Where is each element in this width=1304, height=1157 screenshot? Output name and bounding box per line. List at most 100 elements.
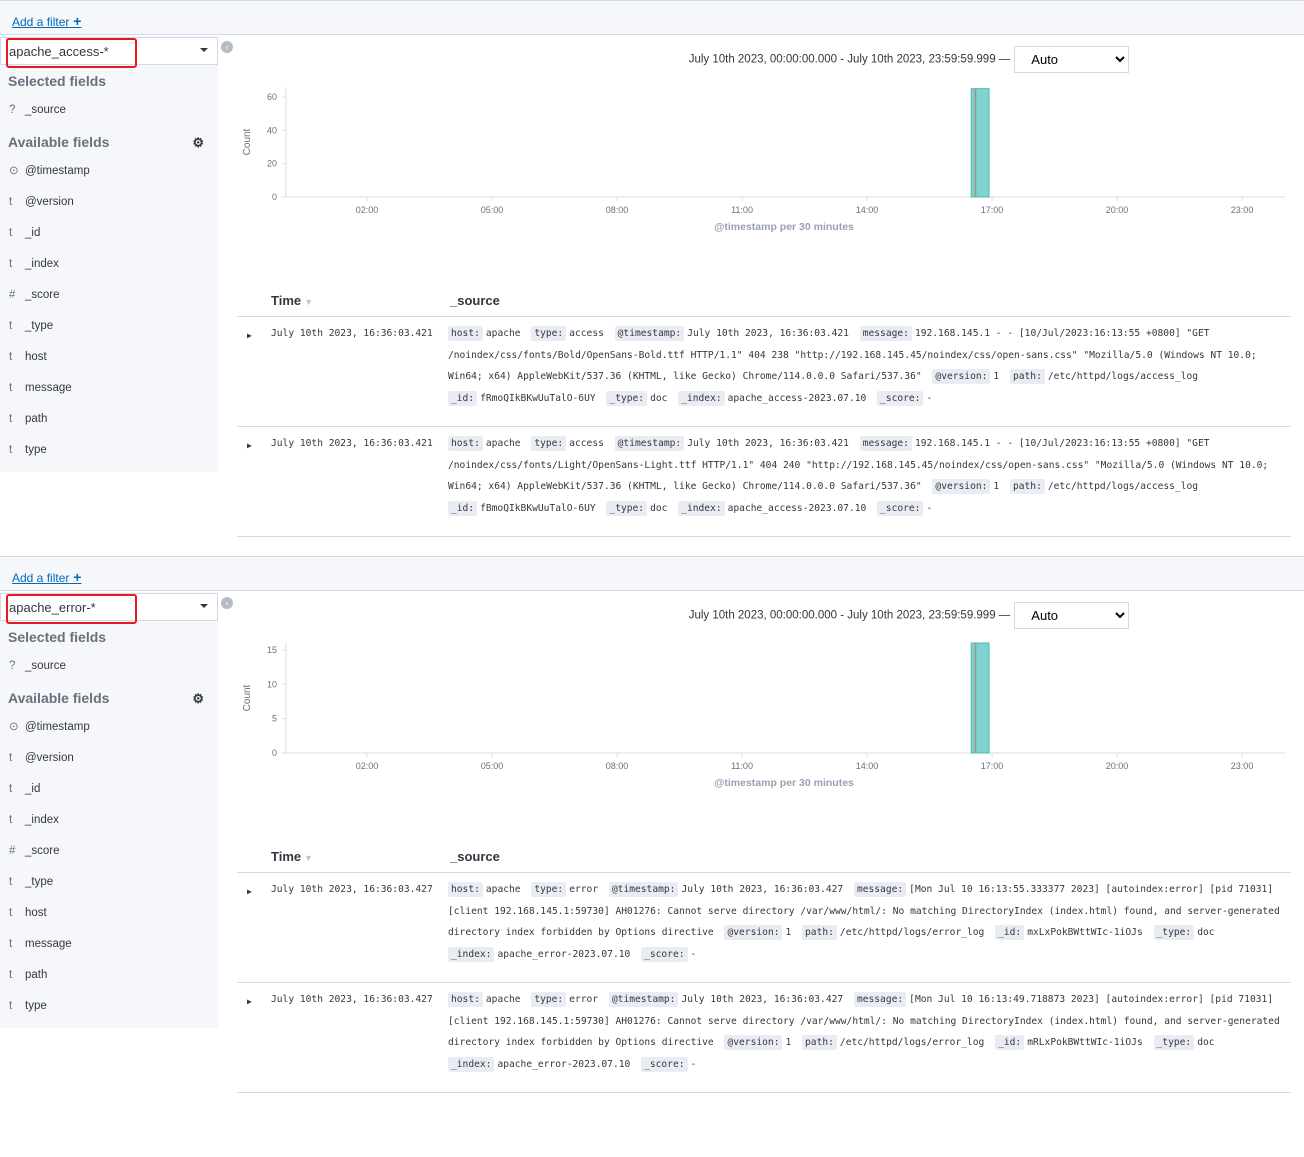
source-field-value: /etc/httpd/logs/access_log (1047, 371, 1199, 382)
field-type-icon: # (9, 845, 16, 857)
field-sidebar: apache_access-* Selected fields? _source Av… (0, 36, 218, 472)
time-column-header[interactable]: Time ▼ (271, 849, 313, 864)
source-field-key: _id: (995, 1035, 1025, 1050)
source-field-key: type: (531, 882, 567, 897)
interval-select[interactable]: Auto (1014, 46, 1130, 73)
source-field-key: host: (448, 436, 483, 451)
field-item[interactable]: t host (0, 898, 218, 929)
source-field-key: @version: (724, 925, 783, 940)
field-item[interactable]: t _type (0, 867, 218, 898)
expand-row-icon[interactable]: ▶ (247, 991, 252, 1013)
time-column-header[interactable]: Time ▼ (271, 293, 313, 308)
time-range-text: July 10th 2023, 00:00:00.000 - July 10th… (688, 53, 1011, 66)
field-type-icon: t (9, 258, 13, 270)
source-field-key: _id: (995, 925, 1025, 940)
field-type-icon: t (9, 938, 13, 950)
histogram-chart: 0 5 10 15 02:00 05:00 08:00 11:00 14:00 17:00 20:0… (242, 642, 1285, 789)
expand-row-icon[interactable]: ▶ (247, 325, 252, 347)
collapse-sidebar-icon[interactable]: ‹ (221, 597, 233, 609)
index-pattern-select[interactable]: apache_access-* (0, 37, 218, 68)
index-pattern-select[interactable]: apache_error-* (0, 593, 218, 624)
source-field-key: path: (1009, 369, 1045, 384)
source-field-value: doc (1197, 927, 1215, 938)
field-item[interactable]: t message (0, 373, 218, 404)
source-field-value: apache_error-2023.07.10 (497, 948, 631, 960)
row-time: July 10th 2023, 16:36:03.421 (271, 328, 433, 339)
field-name: @timestamp (25, 165, 90, 177)
source-field-key: message: (859, 326, 912, 341)
plus-icon: + (69, 13, 82, 29)
x-tick-label: 14:00 (856, 761, 879, 771)
field-name: _index (25, 814, 59, 826)
field-item[interactable]: t host (0, 342, 218, 373)
field-type-icon: t (9, 1000, 13, 1012)
field-item[interactable]: t path (0, 960, 218, 991)
source-column-header: _source (450, 849, 500, 864)
gear-icon[interactable]: ⚙ (192, 135, 204, 151)
field-item[interactable]: ⊙ @timestamp (0, 156, 218, 187)
source-field-key: type: (531, 436, 567, 451)
field-item[interactable]: t @version (0, 743, 218, 774)
discover-panel: Add a filter + apache_error-* Selected fie… (0, 556, 1304, 1157)
field-item[interactable]: t _id (0, 218, 218, 249)
source-field-value: apache (485, 994, 521, 1005)
source-field-key: message: (853, 992, 907, 1007)
field-type-icon: t (9, 907, 13, 919)
time-header-label: Time (271, 849, 302, 864)
expand-row-icon[interactable]: ▶ (247, 435, 252, 457)
discover-page: Add a filter + apache_access-* Selected fi… (0, 0, 1304, 1157)
field-item[interactable]: t path (0, 404, 218, 435)
table-row: ▶ July 10th 2023, 16:36:03.427 host: apache… (237, 873, 1291, 983)
field-item[interactable]: t _index (0, 805, 218, 836)
field-item[interactable]: ⊙ @timestamp (0, 712, 218, 743)
field-item[interactable]: # _score (0, 280, 218, 311)
field-item[interactable]: t _id (0, 774, 218, 805)
table-header: Time ▼ _source (237, 837, 1291, 873)
x-tick-label: 05:00 (481, 205, 504, 215)
source-field-key: _score: (877, 500, 924, 516)
field-type-icon: # (9, 289, 16, 301)
add-filter-link[interactable]: Add a filter + (12, 569, 81, 585)
source-field-key: @timestamp: (608, 882, 679, 897)
source-field-value: 1 (993, 371, 1000, 382)
highlight-box (6, 594, 137, 624)
expand-row-icon[interactable]: ▶ (247, 881, 252, 903)
highlight-box (6, 38, 137, 68)
field-name: _source (25, 104, 66, 116)
source-field-key: _score: (641, 946, 688, 962)
field-type-icon: t (9, 320, 13, 332)
clock-icon: ⊙ (9, 165, 19, 177)
field-item[interactable]: t type (0, 991, 218, 1022)
field-item[interactable]: t _type (0, 311, 218, 342)
interval-select[interactable]: Auto (1014, 602, 1130, 629)
source-field-key: _type: (606, 390, 648, 406)
field-type-icon: t (9, 969, 13, 981)
field-item[interactable]: t type (0, 435, 218, 466)
source-field-value: mRLxPokBWttWIc-1iOJs (1027, 1037, 1143, 1048)
x-axis-title: @timestamp per 30 minutes (714, 777, 854, 789)
main-content: July 10th 2023, 00:00:00.000 - July 10th… (237, 36, 1291, 537)
field-item[interactable]: t @version (0, 187, 218, 218)
source-field-key: path: (802, 925, 837, 940)
time-range-bar: July 10th 2023, 00:00:00.000 - July 10th… (237, 592, 1291, 632)
field-item[interactable]: t _index (0, 249, 218, 280)
source-field-value: - (926, 392, 933, 404)
field-item[interactable]: t message (0, 929, 218, 960)
source-field-key: _index: (678, 390, 725, 406)
field-name: message (25, 382, 72, 394)
source-field-key: @timestamp: (608, 992, 679, 1007)
source-field-key: type: (531, 992, 567, 1007)
source-field-value: July 10th 2023, 16:36:03.421 (687, 328, 849, 339)
source-field-key: _id: (448, 390, 478, 406)
gear-icon[interactable]: ⚙ (192, 691, 204, 707)
field-name: _index (25, 258, 59, 270)
add-filter-link[interactable]: Add a filter + (12, 13, 82, 29)
x-tick-label: 17:00 (981, 205, 1004, 215)
available-fields-title: Available fields ⚙ (0, 682, 218, 712)
field-item[interactable]: # _score (0, 836, 218, 867)
field-item[interactable]: ? _source (0, 95, 218, 126)
source-field-value: error (569, 884, 599, 895)
collapse-sidebar-icon[interactable]: ‹ (221, 41, 233, 53)
source-field-value: apache (485, 438, 521, 449)
field-item[interactable]: ? _source (0, 651, 218, 682)
